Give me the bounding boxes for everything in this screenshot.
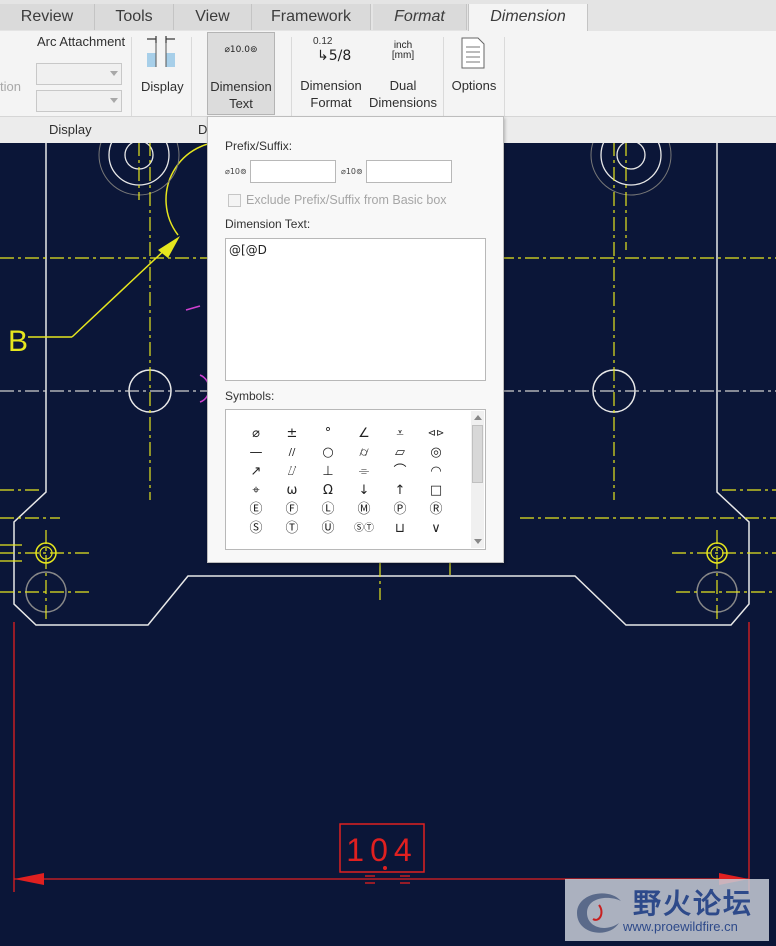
prefix-icon: ⌀10⊚ bbox=[225, 167, 247, 176]
tab-dimension[interactable]: Dimension bbox=[468, 4, 588, 32]
suffix-input[interactable] bbox=[366, 160, 452, 183]
symbol-1-0[interactable]: — bbox=[238, 443, 274, 462]
symbol-3-0[interactable]: ⌖ bbox=[238, 481, 274, 500]
tab-review[interactable]: Review bbox=[0, 4, 95, 30]
dimension-anchor-dot bbox=[383, 866, 387, 870]
exclude-label: Exclude Prefix/Suffix from Basic box bbox=[246, 193, 447, 207]
tab-view[interactable]: View bbox=[174, 4, 252, 30]
display-button-label[interactable]: Display bbox=[141, 78, 184, 95]
dimension-format-label-1: Dimension bbox=[300, 78, 362, 93]
dimension-format-icon-top: 0.12 bbox=[313, 36, 333, 47]
prefix-input[interactable] bbox=[250, 160, 336, 183]
dual-dimensions-icon-bottom: [mm] bbox=[391, 50, 415, 61]
symbol-3-1[interactable]: ω bbox=[274, 481, 310, 500]
symbol-4-5[interactable]: Ⓡ bbox=[418, 500, 454, 519]
prefix-suffix-label: Prefix/Suffix: bbox=[225, 139, 293, 153]
dimension-text-icon: ⌀10.0⊚ bbox=[224, 45, 258, 55]
dual-dimensions-label-2: Dimensions bbox=[369, 95, 437, 110]
watermark: 野火论坛 www.proewildfire.cn bbox=[565, 879, 769, 941]
symbol-5-4[interactable]: ⊔ bbox=[382, 519, 418, 538]
symbol-4-2[interactable]: Ⓛ bbox=[310, 500, 346, 519]
symbol-4-0[interactable]: Ⓔ bbox=[238, 500, 274, 519]
tab-format[interactable]: Format bbox=[373, 4, 467, 30]
symbol-0-5[interactable]: ⊲⊳ bbox=[418, 424, 454, 443]
symbol-1-1[interactable]: // bbox=[274, 443, 310, 462]
dual-dimensions-icon: inch [mm] bbox=[367, 41, 439, 61]
group-display-label: Display bbox=[49, 122, 92, 137]
dual-dimensions-button[interactable]: inch [mm] Dual Dimensions bbox=[367, 33, 439, 113]
arc-attachment-label: Arc Attachment bbox=[37, 34, 126, 49]
tab-bar: Review Tools View Framework Format Dimen… bbox=[0, 0, 776, 32]
symbol-3-4[interactable]: ↑ bbox=[382, 481, 418, 500]
exclude-checkbox[interactable] bbox=[228, 194, 241, 207]
symbol-5-2[interactable]: Ⓤ bbox=[310, 519, 346, 538]
tab-framework[interactable]: Framework bbox=[252, 4, 371, 30]
symbol-5-3[interactable]: ⓈⓉ bbox=[346, 519, 382, 538]
dual-dimensions-label-1: Dual bbox=[389, 78, 417, 93]
watermark-url: www.proewildfire.cn bbox=[623, 919, 738, 934]
clipped-label: tion bbox=[0, 79, 21, 94]
symbol-3-2[interactable]: Ω bbox=[310, 481, 346, 500]
dimension-format-icon-bottom: 5/8 bbox=[328, 48, 352, 64]
symbol-0-4[interactable]: ⩡ bbox=[382, 424, 418, 443]
symbol-1-3[interactable]: ⌭ bbox=[346, 443, 382, 462]
symbol-1-4[interactable]: ▱ bbox=[382, 443, 418, 462]
symbol-2-2[interactable]: ⊥ bbox=[310, 462, 346, 481]
symbol-1-5[interactable]: ◎ bbox=[418, 443, 454, 462]
display-icon[interactable] bbox=[144, 35, 180, 69]
symbol-0-1[interactable]: ± bbox=[274, 424, 310, 443]
options-button[interactable]: Options bbox=[447, 33, 501, 113]
scroll-thumb[interactable] bbox=[472, 425, 483, 483]
options-icon bbox=[461, 37, 485, 69]
scroll-up-icon[interactable] bbox=[474, 415, 482, 420]
symbol-4-1[interactable]: Ⓕ bbox=[274, 500, 310, 519]
dimension-text-label: Dimension Text: bbox=[225, 217, 311, 231]
dimension-format-label-2: Format bbox=[310, 95, 352, 110]
watermark-logo-icon bbox=[577, 893, 621, 933]
symbol-2-4[interactable]: ⌒ bbox=[382, 462, 418, 481]
dimension-text-popup: Prefix/Suffix: ⌀10⊚ ⌀10⊚ Exclude Prefix/… bbox=[207, 116, 504, 563]
dimension-text-label-2: Text bbox=[229, 96, 253, 111]
watermark-title: 野火论坛 bbox=[633, 887, 754, 920]
symbol-5-1[interactable]: Ⓣ bbox=[274, 519, 310, 538]
symbol-2-3[interactable]: ⌯ bbox=[346, 462, 382, 481]
datum-label[interactable]: B bbox=[8, 325, 28, 358]
arc-attachment-combo-2[interactable] bbox=[36, 90, 122, 112]
dimension-text-button[interactable]: ⌀10.0⊚ Dimension Text bbox=[207, 32, 275, 115]
symbol-0-3[interactable]: ∠ bbox=[346, 424, 382, 443]
dimension-text-area[interactable]: @[@D bbox=[225, 238, 486, 381]
dimension-format-button[interactable]: 0.12 ↳5/8 Dimension Format bbox=[297, 33, 365, 113]
symbol-2-0[interactable]: ↗ bbox=[238, 462, 274, 481]
symbol-0-0[interactable]: ⌀ bbox=[238, 424, 274, 443]
symbol-1-2[interactable]: ○ bbox=[310, 443, 346, 462]
symbol-0-2[interactable]: ° bbox=[310, 424, 346, 443]
symbol-3-3[interactable]: ↓ bbox=[346, 481, 382, 500]
dimension-value[interactable]: 104 bbox=[346, 832, 417, 868]
tab-tools[interactable]: Tools bbox=[95, 4, 174, 30]
symbols-scrollbar[interactable] bbox=[471, 411, 484, 548]
scroll-down-icon[interactable] bbox=[474, 539, 482, 544]
symbol-5-0[interactable]: Ⓢ bbox=[238, 519, 274, 538]
options-label: Options bbox=[451, 78, 497, 93]
symbols-label: Symbols: bbox=[225, 389, 275, 403]
suffix-icon: ⌀10⊚ bbox=[341, 167, 363, 176]
symbol-3-5[interactable]: □ bbox=[418, 481, 454, 500]
symbol-5-5[interactable]: ∨ bbox=[418, 519, 454, 538]
group-d-label: D bbox=[198, 122, 208, 137]
symbols-palette: ⌀ ± ° ∠ ⩡ ⊲⊳ —//○ ⌭ ▱ ◎ ↗ ⌰ ⊥ ⌯ ⌒ ◠ ⌖ ω Ω ↓ ↑ □ Ⓔ Ⓕ Ⓛ Ⓜ Ⓟ Ⓡ Ⓢ Ⓣ Ⓤ ⓈⓉ ⊔ ∨ bbox=[225, 409, 486, 550]
symbol-4-4[interactable]: Ⓟ bbox=[382, 500, 418, 519]
symbol-4-3[interactable]: Ⓜ bbox=[346, 500, 382, 519]
symbol-2-1[interactable]: ⌰ bbox=[274, 462, 310, 481]
dimension-text-label-1: Dimension bbox=[210, 79, 272, 94]
dimension-format-icon: ↳5/8 bbox=[317, 48, 352, 64]
arc-attachment-combo-1[interactable] bbox=[36, 63, 122, 85]
symbol-2-5[interactable]: ◠ bbox=[418, 462, 454, 481]
